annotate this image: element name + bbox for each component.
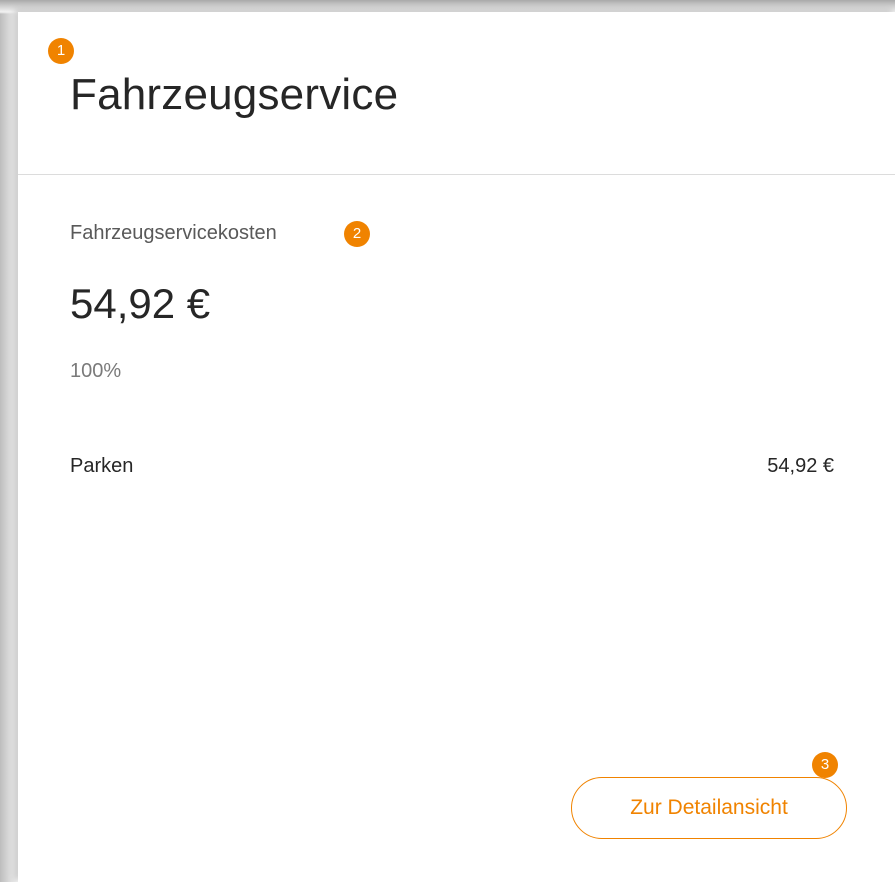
annotation-badge-2: 2 [344, 221, 370, 247]
cost-percentage: 100% [70, 360, 122, 382]
total-cost-value: 54,92 € [70, 280, 211, 327]
card-title: Fahrzeugservice [70, 70, 399, 119]
annotation-badge-3: 3 [812, 752, 838, 778]
cost-row-parken: Parken 54,92 € [70, 455, 834, 485]
cost-label: Fahrzeugservicekosten [70, 222, 277, 244]
cost-row-label: Parken [70, 455, 134, 477]
cost-row-value: 54,92 € [767, 455, 834, 477]
card-header: Fahrzeugservice [18, 12, 895, 175]
vehicle-service-card: Fahrzeugservice 1 Fahrzeugservicekosten … [18, 12, 895, 882]
screenshot-background: Fahrzeugservice 1 Fahrzeugservicekosten … [0, 0, 895, 882]
detail-view-button[interactable]: Zur Detailansicht [571, 777, 847, 839]
annotation-badge-1: 1 [48, 38, 74, 64]
